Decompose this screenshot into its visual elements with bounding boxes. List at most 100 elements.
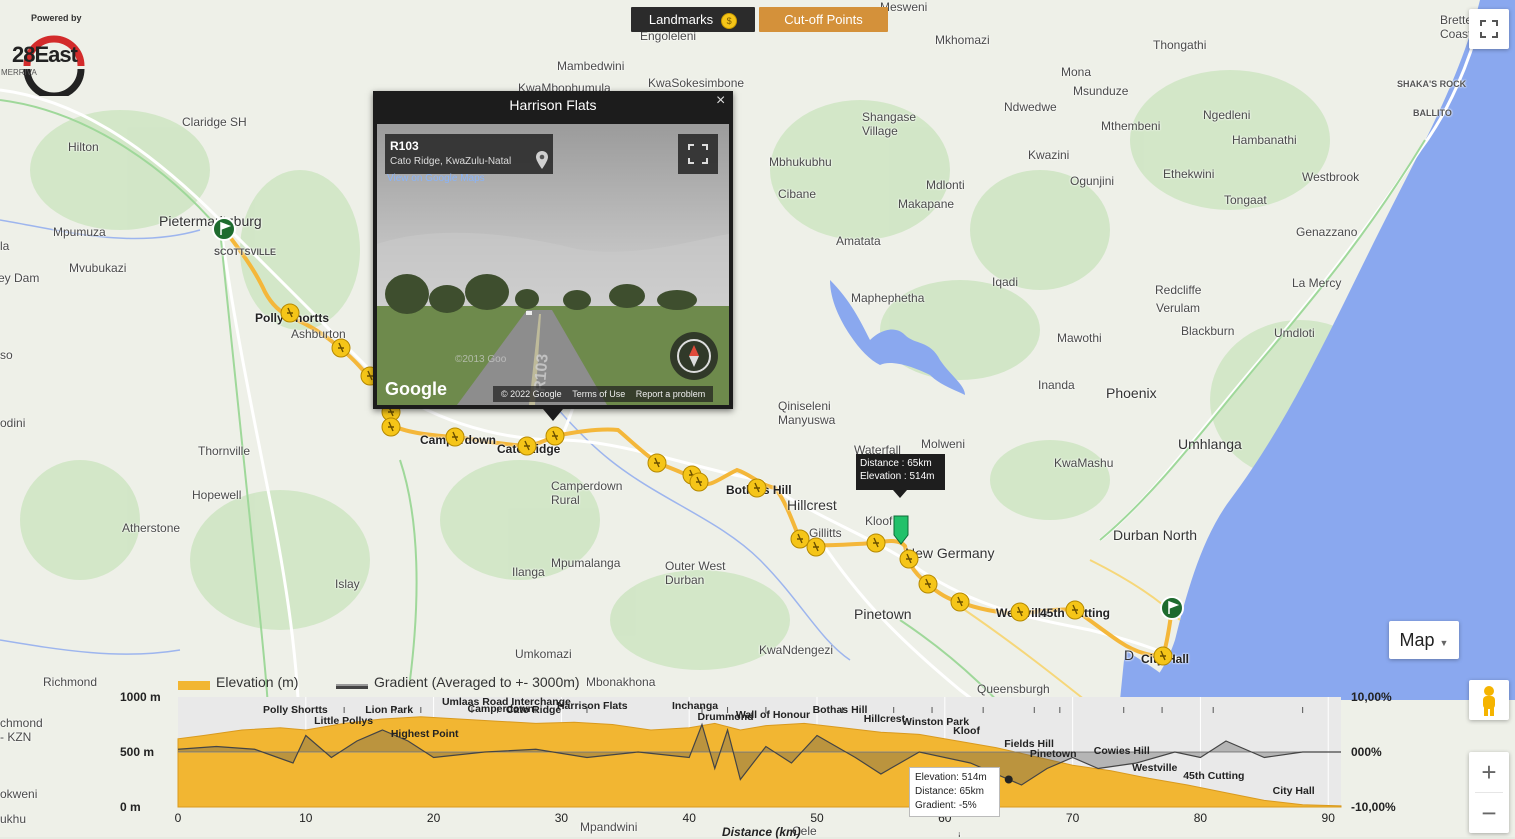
place-label-catoridge: Cato Ridge — [497, 442, 561, 456]
road-name: R103 — [390, 139, 419, 153]
place-label-mdlonti: Mdlonti — [926, 178, 965, 192]
profile-landmark-label: Hillcrest — [863, 713, 906, 725]
elevation-legend-swatch — [178, 681, 210, 690]
street-view-panorama[interactable]: R103 ©2013 Goo R103 Cato Ridge, KwaZulu-… — [377, 124, 729, 405]
place-label-kloof: Kloof — [865, 514, 893, 528]
place-label-hilton: Hilton — [68, 140, 99, 154]
place-label-makapane: Makapane — [898, 197, 955, 211]
place-label-ilanga: Ilanga — [512, 565, 545, 579]
place-label-ethekwini: Ethekwini — [1163, 167, 1215, 181]
street-view-info-card: R103 Cato Ridge, KwaZulu-Natal — [385, 134, 553, 174]
compass-icon — [677, 339, 711, 373]
place-label-brettecoast: Brette Coast — [1440, 13, 1473, 41]
road-location: Cato Ridge, KwaZulu-Natal — [390, 156, 512, 167]
profile-tooltip: Elevation: 514m Distance: 65km Gradient:… — [909, 767, 1000, 817]
logo-subtext: MERRIVA — [1, 68, 37, 77]
place-label-mbonakhona: Mbonakhona — [586, 675, 656, 689]
place-label-cibane: Cibane — [778, 187, 817, 201]
popup-title: Harrison Flats — [509, 97, 597, 113]
place-label-umkomazi: Umkomazi — [515, 647, 572, 661]
x-tick-label: 80 — [1193, 811, 1208, 825]
place-label-outerwest: Outer West Durban — [665, 559, 726, 587]
x-tick-label: 0 — [174, 811, 182, 825]
view-on-google-maps-link[interactable]: View on Google Maps — [387, 173, 485, 184]
y-left-tick-label: 0 m — [120, 800, 141, 814]
report-link[interactable]: Report a problem — [636, 389, 706, 399]
place-label-thongathi: Thongathi — [1153, 38, 1207, 52]
place-label-phoenix: Phoenix — [1106, 385, 1157, 401]
expand-icon — [688, 144, 708, 164]
place-label-thornville: Thornville — [198, 444, 251, 458]
landmarks-button[interactable]: Landmarks $ — [631, 7, 755, 32]
y-right-tick-label: 10,00% — [1351, 690, 1392, 704]
profile-landmark-label: Lion Park — [365, 704, 414, 716]
profile-landmark-label: Bothas Hill — [812, 704, 868, 716]
map-type-button[interactable]: Map ▼ — [1389, 621, 1459, 659]
landmarks-label: Landmarks — [648, 12, 714, 27]
place-label-kwandengezi: KwaNdengezi — [759, 643, 834, 657]
location-pin-icon — [536, 151, 548, 169]
place-label-odini: odini — [0, 416, 26, 430]
place-label-hopewell: Hopewell — [192, 488, 242, 502]
place-label-pietermaritzburg: Pietermaritzburg — [159, 213, 262, 229]
place-label-mona: Mona — [1061, 65, 1092, 79]
profile-tooltip-distance: Distance: 65km — [915, 786, 984, 797]
place-label-tongaat: Tongaat — [1224, 193, 1267, 207]
place-label-eydam: ey Dam — [0, 271, 40, 285]
profile-landmark-label: Harrison Flats — [556, 700, 628, 712]
y-right-tick-label: -10,00% — [1351, 800, 1396, 814]
place-label-bothashill: Botha's Hill — [726, 483, 792, 497]
x-tick-label: 50 — [810, 811, 824, 825]
fullscreen-button[interactable] — [1469, 9, 1509, 49]
place-label-lamercy: La Mercy — [1292, 276, 1342, 290]
fullscreen-icon — [1480, 20, 1498, 38]
popup-pointer — [543, 409, 563, 421]
place-label-mawothi: Mawothi — [1057, 331, 1102, 345]
place-label-hillcrest: Hillcrest — [787, 497, 837, 513]
place-label-mambedwini: Mambedwini — [557, 59, 625, 73]
logo-text: 28East — [12, 42, 78, 67]
cutoff-label: Cut-off Points — [784, 12, 863, 27]
place-label-shangase: Shangase Village — [862, 110, 917, 138]
place-label-richmond: Richmond — [43, 675, 98, 689]
place-label-camperdownrural: Camperdown Rural — [551, 479, 623, 507]
place-label-ndwedwe: Ndwedwe — [1004, 100, 1057, 114]
place-label-amatata: Amatata — [836, 234, 881, 248]
place-label-molweni: Molweni — [921, 437, 966, 451]
place-label-blackburn: Blackburn — [1181, 324, 1235, 338]
place-label-kwamashu: KwaMashu — [1054, 456, 1114, 470]
place-label-umhlanga: Umhlanga — [1178, 436, 1242, 452]
place-label-ashburton: Ashburton — [291, 327, 346, 341]
place-label-qiniseleni: Qiniseleni Manyuswa — [778, 399, 836, 427]
street-view-expand-button[interactable] — [678, 134, 718, 174]
place-label-maphephetha: Maphephetha — [851, 291, 925, 305]
y-left-tick-label: 1000 m — [120, 690, 161, 704]
profile-landmark-label: City Hall — [1272, 785, 1315, 797]
cutoff-points-button[interactable]: Cut-off Points — [759, 7, 888, 32]
place-label-verulam: Verulam — [1156, 301, 1201, 315]
place-label-pollyshortts: Polly Shortts — [255, 311, 330, 325]
profile-landmark-label: Kloof — [953, 725, 980, 737]
place-label-45thcutting: 45th Cutting — [1040, 606, 1110, 620]
place-label-gillitts: Gillitts — [809, 526, 842, 540]
place-label-shakas: SHAKA'S ROCK — [1397, 79, 1467, 89]
popup-close-button[interactable]: × — [716, 92, 725, 110]
x-tick-label: 90 — [1321, 811, 1335, 825]
place-label-cityhall: City Hall — [1141, 652, 1190, 666]
place-label-kwasokesimbone: KwaSokesimbone — [648, 76, 745, 90]
place-label-iqadi: Iqadi — [992, 275, 1019, 289]
compass-button[interactable] — [670, 332, 718, 380]
place-label-ballito: BALLITO — [1413, 108, 1452, 118]
place-label-islay: Islay — [335, 577, 360, 591]
street-view-watermark: ©2013 Goo — [455, 354, 507, 365]
landmark-popup: Harrison Flats × R103 ©2013 Goo R103 Cat… — [373, 91, 733, 421]
profile-landmark-label: Cato Ridge — [505, 704, 562, 716]
elevation-legend-label: Elevation (m) — [216, 674, 299, 690]
place-label-ngedleni: Ngedleni — [1203, 108, 1251, 122]
place-label-mbhukubhu: Mbhukubhu — [769, 155, 832, 169]
terms-link[interactable]: Terms of Use — [572, 389, 625, 399]
place-label-msunduze: Msunduze — [1073, 84, 1129, 98]
x-tick-label: 30 — [554, 811, 569, 825]
coin-icon: $ — [721, 12, 738, 29]
place-label-kwazini: Kwazini — [1028, 148, 1070, 162]
